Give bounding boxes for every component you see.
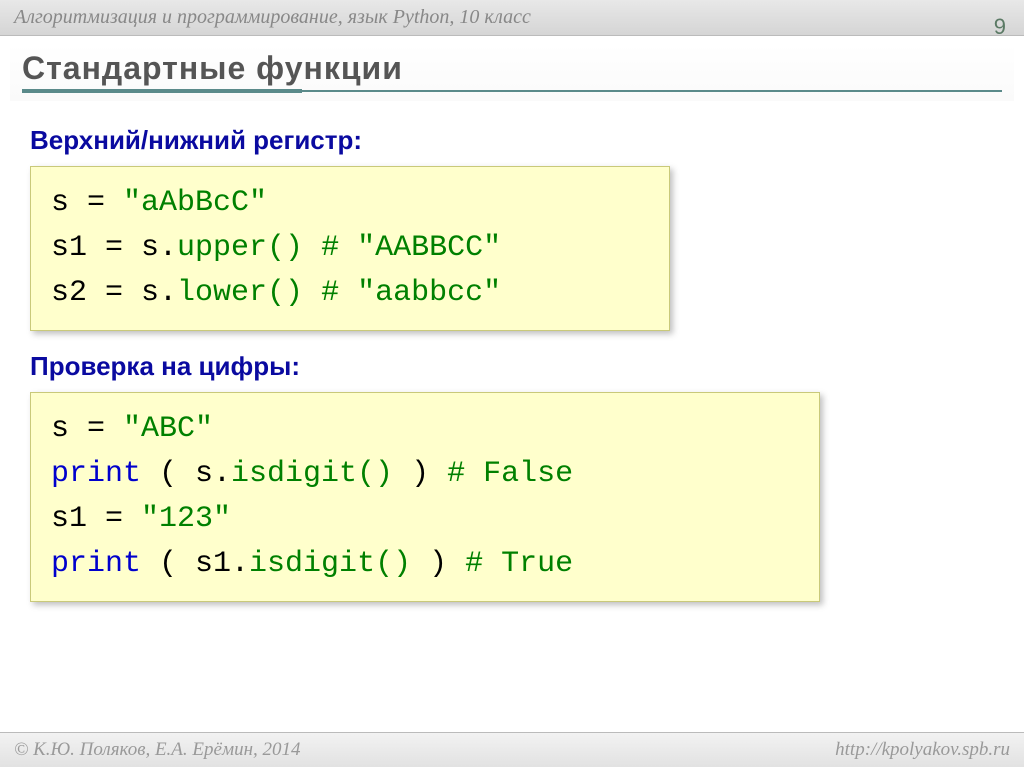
content-area: Верхний/нижний регистр: s = "aAbBcC" s1 … [0, 105, 1024, 632]
code-block-digits: s = "ABC" print ( s.isdigit() ) # False … [30, 392, 820, 602]
page-number: 9 [994, 14, 1006, 40]
code-block-case: s = "aAbBcC" s1 = s.upper() # "AABBCC" s… [30, 166, 670, 331]
code-line: s2 = s.lower() # "aabbcc" [51, 271, 649, 316]
subheading-digits: Проверка на цифры: [30, 351, 994, 382]
code-line: print ( s1.isdigit() ) # True [51, 542, 799, 587]
footer-copyright: © К.Ю. Поляков, Е.А. Ерёмин, 2014 [14, 739, 301, 761]
code-line: s = "ABC" [51, 407, 799, 452]
slide-title-bar: Стандартные функции [10, 44, 1014, 101]
code-line: s1 = s.upper() # "AABBCC" [51, 226, 649, 271]
header-breadcrumb: Алгоритмизация и программирование, язык … [0, 0, 1024, 36]
code-line: print ( s.isdigit() ) # False [51, 452, 799, 497]
code-line: s = "aAbBcC" [51, 181, 649, 226]
footer-url: http://kpolyakov.spb.ru [835, 739, 1010, 761]
title-underline [22, 89, 1002, 93]
slide-title: Стандартные функции [22, 50, 1002, 87]
subheading-case: Верхний/нижний регистр: [30, 125, 994, 156]
code-line: s1 = "123" [51, 497, 799, 542]
footer: © К.Ю. Поляков, Е.А. Ерёмин, 2014 http:/… [0, 732, 1024, 767]
